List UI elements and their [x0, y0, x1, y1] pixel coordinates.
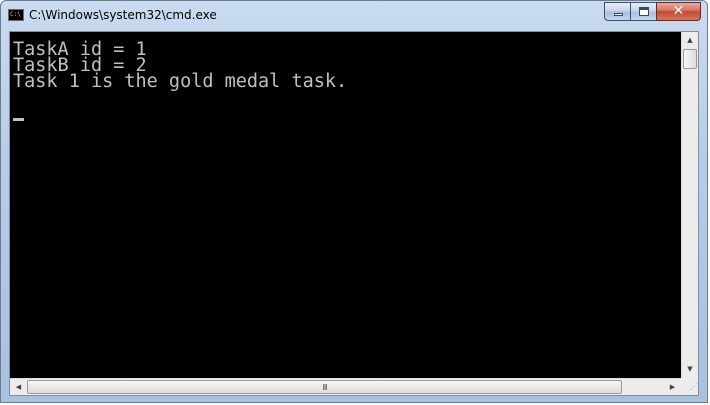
vertical-scroll-thumb[interactable] [683, 49, 697, 69]
scroll-left-arrow-icon[interactable]: ◀ [10, 379, 27, 395]
text-cursor [13, 118, 24, 121]
scroll-right-arrow-icon[interactable]: ▶ [664, 379, 681, 395]
console-line-3: Task 1 is the gold medal task. [13, 71, 348, 92]
maximize-icon [639, 7, 649, 16]
scroll-up-arrow-icon[interactable]: ▲ [682, 32, 698, 49]
cmd-app-icon[interactable]: C:\ [8, 9, 24, 21]
horizontal-scroll-thumb[interactable]: III [27, 380, 622, 394]
close-button[interactable]: ✕ [656, 2, 701, 21]
minimize-button[interactable] [604, 2, 631, 21]
cmd-window: C:\ C:\Windows\system32\cmd.exe ✕ TaskA … [0, 0, 708, 403]
close-icon: ✕ [672, 3, 685, 19]
scroll-down-arrow-icon[interactable]: ▼ [682, 361, 698, 378]
maximize-button[interactable] [630, 2, 657, 21]
horizontal-scrollbar[interactable]: ◀ III ▶ [10, 378, 681, 395]
scroll-grip-icon: III [322, 383, 327, 392]
caption-buttons: ✕ [604, 2, 701, 22]
console-output[interactable]: TaskA id = 1 TaskB id = 2 Task 1 is the … [10, 32, 681, 378]
resize-grip-icon[interactable]: ⋰ [681, 378, 698, 395]
minimize-icon [614, 13, 623, 16]
title-bar[interactable]: C:\ C:\Windows\system32\cmd.exe ✕ [1, 1, 707, 31]
vertical-scrollbar[interactable]: ▲ ▼ [681, 32, 698, 378]
window-title: C:\Windows\system32\cmd.exe [29, 8, 217, 22]
console-client-area: TaskA id = 1 TaskB id = 2 Task 1 is the … [9, 31, 699, 396]
